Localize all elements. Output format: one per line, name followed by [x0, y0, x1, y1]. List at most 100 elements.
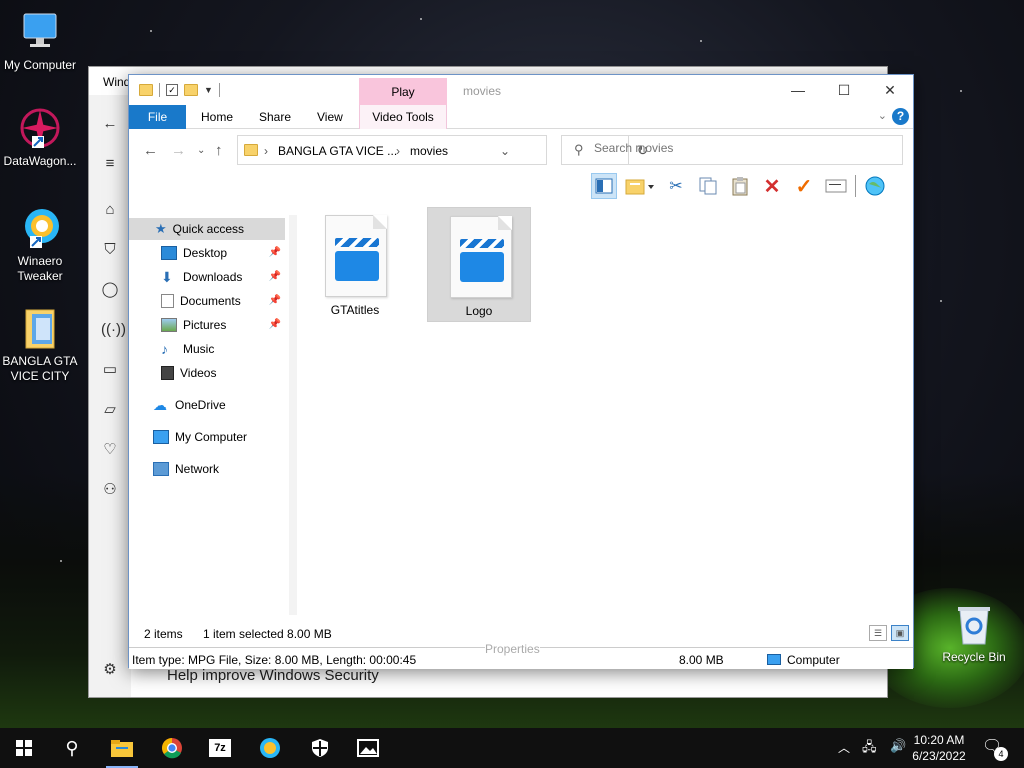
- search-button[interactable]: ⚲: [48, 728, 96, 768]
- pin-icon[interactable]: 📌: [269, 290, 281, 312]
- nav-item-music[interactable]: ♪ Music: [129, 338, 285, 360]
- network-icon: [153, 462, 169, 476]
- breadcrumb-parent[interactable]: BANGLA GTA VICE ...: [278, 144, 397, 158]
- nav-item-quick-access[interactable]: ★ Quick access: [129, 218, 285, 240]
- delete-icon[interactable]: ✕: [759, 173, 785, 199]
- maximize-button[interactable]: ☐: [821, 75, 867, 105]
- windows-security-icon: [312, 739, 328, 757]
- search-input[interactable]: [594, 141, 884, 155]
- chevron-down-icon[interactable]: ▼: [204, 85, 213, 95]
- explorer-window[interactable]: ✓ ▼ Play movies — ☐ ✕ File Home Share Vi…: [128, 74, 914, 669]
- file-item-selected[interactable]: Logo: [427, 207, 531, 322]
- file-item[interactable]: GTAtitles: [303, 207, 407, 322]
- taskbar: ⚲ 7z ︿ 🖧 🔊 10:20 AM 6/23/2022 🗨 4: [0, 728, 1024, 768]
- star: [940, 300, 942, 302]
- file-explorer-icon: [111, 740, 133, 757]
- back-arrow-icon[interactable]: ←: [101, 115, 119, 133]
- volume-icon[interactable]: 🔊: [890, 738, 906, 754]
- title-bar[interactable]: ✓ ▼ Play movies — ☐ ✕: [129, 75, 913, 105]
- taskbar-photos[interactable]: [344, 728, 392, 768]
- up-button[interactable]: ↑: [215, 142, 223, 159]
- help-improve-text: Help improve Windows Security: [167, 667, 379, 684]
- custom-toolbar: ✂ ✕ ✓: [591, 171, 888, 201]
- network-icon[interactable]: 🖧: [862, 738, 877, 760]
- details-view-button[interactable]: ☰: [869, 625, 887, 641]
- rename-icon[interactable]: [823, 173, 849, 199]
- checkmark-icon[interactable]: ✓: [791, 173, 817, 199]
- taskbar-windows-security[interactable]: [296, 728, 344, 768]
- breadcrumb-separator: ›: [396, 144, 400, 158]
- close-button[interactable]: ✕: [867, 75, 913, 105]
- wireless-icon[interactable]: ((·)): [101, 321, 126, 339]
- star: [150, 30, 152, 32]
- expand-ribbon-icon[interactable]: ⌄: [878, 109, 887, 122]
- tab-share[interactable]: Share: [259, 105, 291, 129]
- search-box[interactable]: ⚲: [561, 135, 903, 165]
- taskbar-chrome[interactable]: [148, 728, 196, 768]
- preview-pane-icon[interactable]: [591, 173, 617, 199]
- recent-locations-button[interactable]: ⌄: [197, 145, 205, 156]
- window-title: Wind: [103, 75, 131, 89]
- app-browser-icon[interactable]: ▭: [101, 361, 119, 379]
- chevron-down-icon[interactable]: ⌄: [500, 144, 510, 158]
- desktop-icon-winaero[interactable]: Winaero Tweaker: [0, 206, 80, 284]
- desktop-icon-bangla-gta[interactable]: BANGLA GTA VICE CITY: [0, 306, 80, 384]
- nav-item-my-computer[interactable]: My Computer: [129, 426, 285, 448]
- cloud-icon: ☁: [153, 397, 167, 413]
- taskbar-winaero[interactable]: [246, 728, 294, 768]
- clock[interactable]: 10:20 AM 6/23/2022: [906, 732, 972, 764]
- large-icons-view-button[interactable]: ▣: [891, 625, 909, 641]
- address-bar[interactable]: › BANGLA GTA VICE ... › movies ⌄ ↻: [237, 135, 648, 165]
- copy-icon[interactable]: [695, 173, 721, 199]
- hamburger-menu-icon[interactable]: ≡: [101, 155, 119, 173]
- family-icon[interactable]: ⚇: [101, 481, 119, 499]
- nav-label: My Computer: [175, 430, 248, 444]
- new-folder-icon[interactable]: [623, 173, 657, 199]
- forward-button[interactable]: →: [171, 142, 186, 159]
- breadcrumb-current[interactable]: movies: [410, 144, 448, 158]
- nav-item-videos[interactable]: Videos: [129, 362, 285, 384]
- nav-item-pictures[interactable]: Pictures 📌: [129, 314, 285, 336]
- clock-date: 6/23/2022: [912, 749, 966, 763]
- heart-icon[interactable]: ♡: [101, 441, 119, 459]
- properties-icon[interactable]: ✓: [166, 84, 178, 96]
- nav-item-network[interactable]: Network: [129, 458, 285, 480]
- tab-view[interactable]: View: [317, 105, 343, 129]
- cut-icon[interactable]: ✂: [663, 173, 689, 199]
- tab-video-tools[interactable]: Video Tools: [359, 105, 447, 129]
- shield-icon[interactable]: ⛉: [101, 241, 119, 259]
- gear-icon[interactable]: ⚙: [101, 661, 119, 679]
- desktop-icon-label: BANGLA GTA VICE CITY: [2, 354, 78, 383]
- desktop-icon: [161, 246, 177, 260]
- taskbar-7zip[interactable]: 7z: [196, 728, 244, 768]
- nav-item-onedrive[interactable]: ☁ OneDrive: [129, 394, 285, 416]
- show-hidden-icons[interactable]: ︿: [838, 739, 850, 756]
- paste-icon[interactable]: [727, 173, 753, 199]
- taskbar-file-explorer[interactable]: [98, 728, 146, 768]
- globe-icon[interactable]: [862, 173, 888, 199]
- nav-item-documents[interactable]: Documents 📌: [129, 290, 285, 312]
- pin-icon[interactable]: 📌: [269, 314, 281, 336]
- desktop-icon-recycle-bin[interactable]: Recycle Bin: [934, 602, 1014, 665]
- back-button[interactable]: ←: [143, 142, 158, 159]
- home-icon[interactable]: ⌂: [101, 201, 119, 219]
- new-folder-icon[interactable]: [184, 84, 198, 96]
- help-icon[interactable]: ?: [892, 108, 909, 125]
- minimize-button[interactable]: —: [775, 75, 821, 105]
- separator: [159, 83, 160, 97]
- pin-icon[interactable]: 📌: [269, 242, 281, 264]
- pin-icon[interactable]: 📌: [269, 266, 281, 288]
- person-icon[interactable]: ◯: [101, 281, 119, 299]
- desktop-icon-my-computer[interactable]: My Computer: [0, 10, 80, 73]
- nav-item-downloads[interactable]: ⬇ Downloads 📌: [129, 266, 285, 288]
- nav-label: Music: [183, 342, 215, 356]
- ribbon-tabs: File Home Share View Video Tools ⌄ ?: [129, 105, 913, 129]
- desktop-icon-datawagon[interactable]: DataWagon...: [0, 106, 80, 169]
- nav-scrollbar[interactable]: [289, 215, 297, 615]
- tab-home[interactable]: Home: [201, 105, 233, 129]
- tab-file[interactable]: File: [129, 105, 186, 129]
- start-button[interactable]: [0, 728, 48, 768]
- breadcrumb-separator: ›: [264, 144, 268, 158]
- nav-item-desktop[interactable]: Desktop 📌: [129, 242, 285, 264]
- laptop-icon[interactable]: ▱: [101, 401, 119, 419]
